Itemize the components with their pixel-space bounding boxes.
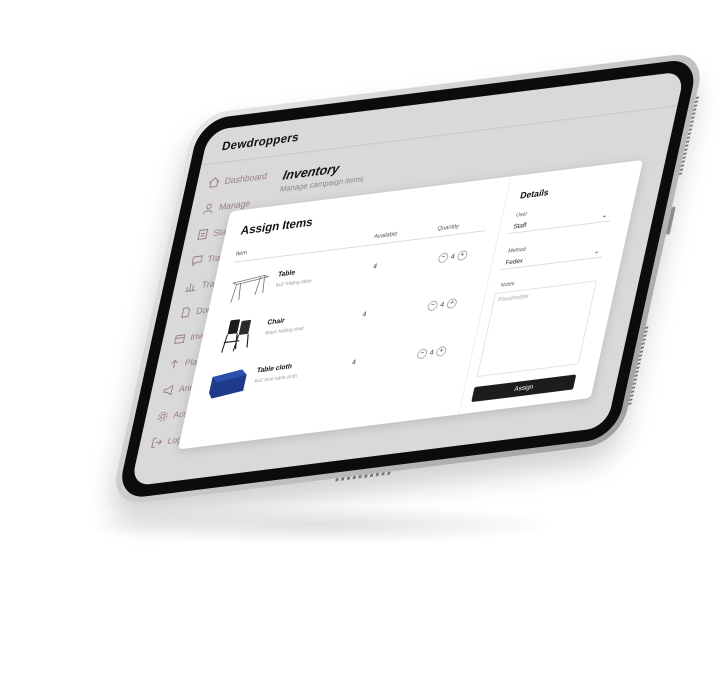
quantity-stepper: − 4 + — [426, 297, 458, 312]
sidebar-item-label: Dashboard — [223, 170, 269, 187]
column-header-available: Available — [373, 231, 398, 241]
item-description: Black folding chair — [264, 325, 305, 337]
quantity-value: 4 — [439, 300, 445, 309]
user-label: User — [515, 211, 528, 219]
gear-icon — [156, 410, 170, 423]
decrement-button[interactable]: − — [426, 300, 439, 312]
notes-textarea[interactable]: Placeholder — [476, 280, 597, 378]
item-name: Table cloth — [256, 363, 293, 375]
column-header-item: Item — [235, 250, 248, 258]
quantity-stepper: − 4 + — [416, 345, 448, 360]
chevron-down-icon: ⌄ — [601, 211, 609, 220]
increment-button[interactable]: + — [445, 297, 458, 310]
details-title: Details — [519, 187, 550, 201]
column-header-quantity: Quantity — [436, 223, 460, 233]
method-value: Fedex — [504, 257, 524, 267]
method-label: Method — [507, 246, 527, 255]
decrement-button[interactable]: − — [437, 252, 450, 264]
quantity-value: 4 — [450, 252, 456, 261]
quantity-stepper: − 4 + — [437, 249, 469, 264]
notes-placeholder: Placeholder — [497, 293, 530, 304]
quantity-value: 4 — [429, 348, 435, 357]
sidebar-item-dashboard[interactable]: Dashboard — [207, 168, 269, 191]
chair-image — [214, 315, 262, 356]
chart-icon — [184, 280, 198, 293]
tablet-device: Dewdroppers Dashboard Manage Staff Train… — [109, 50, 707, 507]
assign-button[interactable]: Assign — [471, 374, 577, 403]
item-available: 4 — [372, 263, 378, 271]
table-image — [224, 267, 272, 308]
increment-button[interactable]: + — [435, 345, 448, 358]
tablecloth-image — [203, 363, 251, 404]
item-description: 6x2' folding table — [274, 278, 313, 289]
increment-button[interactable]: + — [456, 249, 469, 262]
logout-icon — [150, 436, 164, 449]
item-available: 4 — [351, 359, 357, 367]
user-value: Staff — [512, 222, 527, 231]
staff-icon — [196, 228, 210, 241]
upload-icon — [167, 358, 181, 371]
home-icon — [207, 176, 221, 189]
brand-logo: Dewdroppers — [220, 129, 301, 154]
item-description: 6x2' blue table cloth — [253, 373, 298, 385]
chat-icon — [190, 254, 204, 267]
item-name: Table — [277, 269, 296, 279]
item-name: Chair — [266, 317, 286, 327]
megaphone-icon — [161, 384, 175, 397]
item-available: 4 — [361, 311, 367, 319]
notes-label: Notes — [499, 280, 516, 289]
modal-title: Assign Items — [239, 214, 315, 238]
chevron-down-icon: ⌄ — [593, 247, 601, 256]
document-icon — [179, 306, 193, 319]
user-icon — [201, 202, 215, 215]
inventory-icon — [173, 332, 187, 345]
details-panel: Details User Staff ⌄ Method Fedex ⌄ Note… — [458, 161, 633, 415]
device-shadow — [80, 505, 560, 545]
decrement-button[interactable]: − — [416, 348, 428, 360]
